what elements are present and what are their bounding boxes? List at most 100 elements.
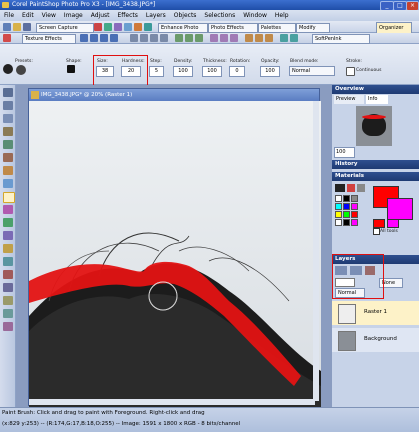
swatch-green[interactable] — [343, 211, 350, 218]
layer-row-raster-1[interactable]: Raster 1 — [332, 301, 419, 325]
density-input[interactable]: 100 — [173, 66, 193, 77]
pen-tool-icon[interactable] — [3, 309, 13, 318]
open-icon[interactable] — [13, 23, 21, 31]
swatch-gray[interactable] — [351, 195, 358, 202]
dropper-tool-icon[interactable] — [3, 127, 13, 136]
tab-info[interactable]: Info — [366, 95, 388, 104]
swatch-cyan[interactable] — [335, 203, 342, 210]
photo-canvas[interactable] — [29, 101, 321, 407]
effect-icon-13[interactable] — [210, 34, 218, 42]
opacity-input[interactable]: 100 — [260, 66, 280, 77]
step-input[interactable]: 5 — [149, 66, 164, 77]
effect-icon-11[interactable] — [185, 34, 193, 42]
effect-icon-10[interactable] — [175, 34, 183, 42]
text-tool-icon[interactable] — [3, 283, 13, 292]
menu-adjust[interactable]: Adjust — [87, 12, 114, 19]
effect-icon-2[interactable] — [80, 34, 88, 42]
paint-brush-tool-icon[interactable] — [3, 192, 15, 203]
layer-row-background[interactable]: Background — [332, 328, 419, 352]
screen-capture-dropdown[interactable]: Screen Capture — [36, 23, 94, 33]
eraser-tool-icon[interactable] — [3, 231, 13, 240]
menu-selections[interactable]: Selections — [200, 12, 239, 19]
effect-icon-12[interactable] — [195, 34, 203, 42]
redo-icon[interactable] — [104, 23, 112, 31]
menu-effects[interactable]: Effects — [113, 12, 141, 19]
crop-icon[interactable] — [114, 23, 122, 31]
effect-icon-9[interactable] — [160, 34, 168, 42]
palettes-dropdown[interactable]: Palettes — [258, 23, 296, 33]
pick-tool-icon[interactable] — [3, 101, 13, 110]
blend-mode-dropdown[interactable]: Normal — [289, 66, 335, 76]
background-small-swatch[interactable] — [387, 219, 399, 228]
effect-icon-8[interactable] — [150, 34, 158, 42]
menu-help[interactable]: Help — [271, 12, 293, 19]
menu-file[interactable]: File — [0, 12, 18, 19]
airbrush-tool-icon[interactable] — [3, 205, 13, 214]
effect-icon-20[interactable] — [290, 34, 298, 42]
clone-tool-icon[interactable] — [3, 179, 13, 188]
resize-icon[interactable] — [134, 23, 142, 31]
effect-icon-19[interactable] — [280, 34, 288, 42]
effect-icon-5[interactable] — [110, 34, 118, 42]
photo-effects-dropdown[interactable]: Photo Effects — [208, 23, 258, 33]
menu-window[interactable]: Window — [239, 12, 271, 19]
swatch-black-2[interactable] — [343, 219, 350, 226]
effect-icon-6[interactable] — [130, 34, 138, 42]
undo-icon[interactable] — [94, 23, 102, 31]
effect-icon-4[interactable] — [100, 34, 108, 42]
menu-image[interactable]: Image — [60, 12, 87, 19]
crop-tool-icon[interactable] — [3, 140, 13, 149]
flood-fill-tool-icon[interactable] — [3, 244, 13, 253]
straighten-icon[interactable] — [124, 23, 132, 31]
menu-layers[interactable]: Layers — [142, 12, 170, 19]
horizontal-scrollbar[interactable] — [29, 399, 315, 405]
preset-icon[interactable] — [16, 65, 26, 75]
thickness-input[interactable]: 100 — [202, 66, 222, 77]
lighten-darken-tool-icon[interactable] — [3, 218, 13, 227]
effect-icon-16[interactable] — [245, 34, 253, 42]
rotation-input[interactable]: 0 — [229, 66, 245, 77]
tab-preview[interactable]: Preview — [334, 95, 364, 104]
red-eye-tool-icon[interactable] — [3, 153, 13, 162]
background-color-swatch[interactable] — [387, 198, 413, 220]
preset-shape-tool-icon[interactable] — [3, 296, 13, 305]
swatch-white[interactable] — [335, 195, 342, 202]
menu-edit[interactable]: Edit — [18, 12, 38, 19]
effect-icon-14[interactable] — [220, 34, 228, 42]
enhance-photo-dropdown[interactable]: Enhance Photo — [158, 23, 208, 33]
color-replacer-tool-icon[interactable] — [3, 270, 13, 279]
preset-dropdown[interactable]: SoftPenInk — [312, 34, 370, 44]
shape-icon[interactable] — [67, 65, 75, 73]
effect-icon-7[interactable] — [140, 34, 148, 42]
swatch-yellow[interactable] — [335, 211, 342, 218]
effect-icon-3[interactable] — [90, 34, 98, 42]
pan-tool-icon[interactable] — [3, 88, 13, 97]
color-icon[interactable] — [144, 23, 152, 31]
swatch-blue[interactable] — [343, 203, 350, 210]
swatch-red[interactable] — [351, 211, 358, 218]
effect-icon-15[interactable] — [230, 34, 238, 42]
swatch-magenta-2[interactable] — [351, 219, 358, 226]
save-icon[interactable] — [23, 23, 31, 31]
swatch-white-2[interactable] — [335, 219, 342, 226]
vertical-scrollbar[interactable] — [313, 101, 319, 401]
swatches-icon[interactable] — [357, 184, 365, 192]
effect-icon-18[interactable] — [265, 34, 273, 42]
all-tools-checkbox[interactable] — [373, 228, 380, 235]
picture-tube-tool-icon[interactable] — [3, 257, 13, 266]
swatch-magenta[interactable] — [351, 203, 358, 210]
overview-thumbnail[interactable] — [356, 106, 392, 146]
continuous-checkbox[interactable] — [346, 67, 355, 76]
swatch-black[interactable] — [343, 195, 350, 202]
texture-effects-dropdown[interactable]: Texture Effects — [22, 34, 76, 44]
rainbow-icon[interactable] — [347, 184, 355, 192]
menu-view[interactable]: View — [38, 12, 60, 19]
foreground-small-swatch[interactable] — [373, 219, 385, 228]
zoom-input[interactable]: 100 — [334, 147, 355, 158]
warp-brush-tool-icon[interactable] — [3, 322, 13, 331]
selection-tool-icon[interactable] — [3, 114, 13, 123]
effect-icon[interactable] — [3, 34, 11, 42]
makeover-tool-icon[interactable] — [3, 166, 13, 175]
modify-dropdown[interactable]: Modify — [296, 23, 330, 33]
new-icon[interactable] — [3, 23, 11, 31]
